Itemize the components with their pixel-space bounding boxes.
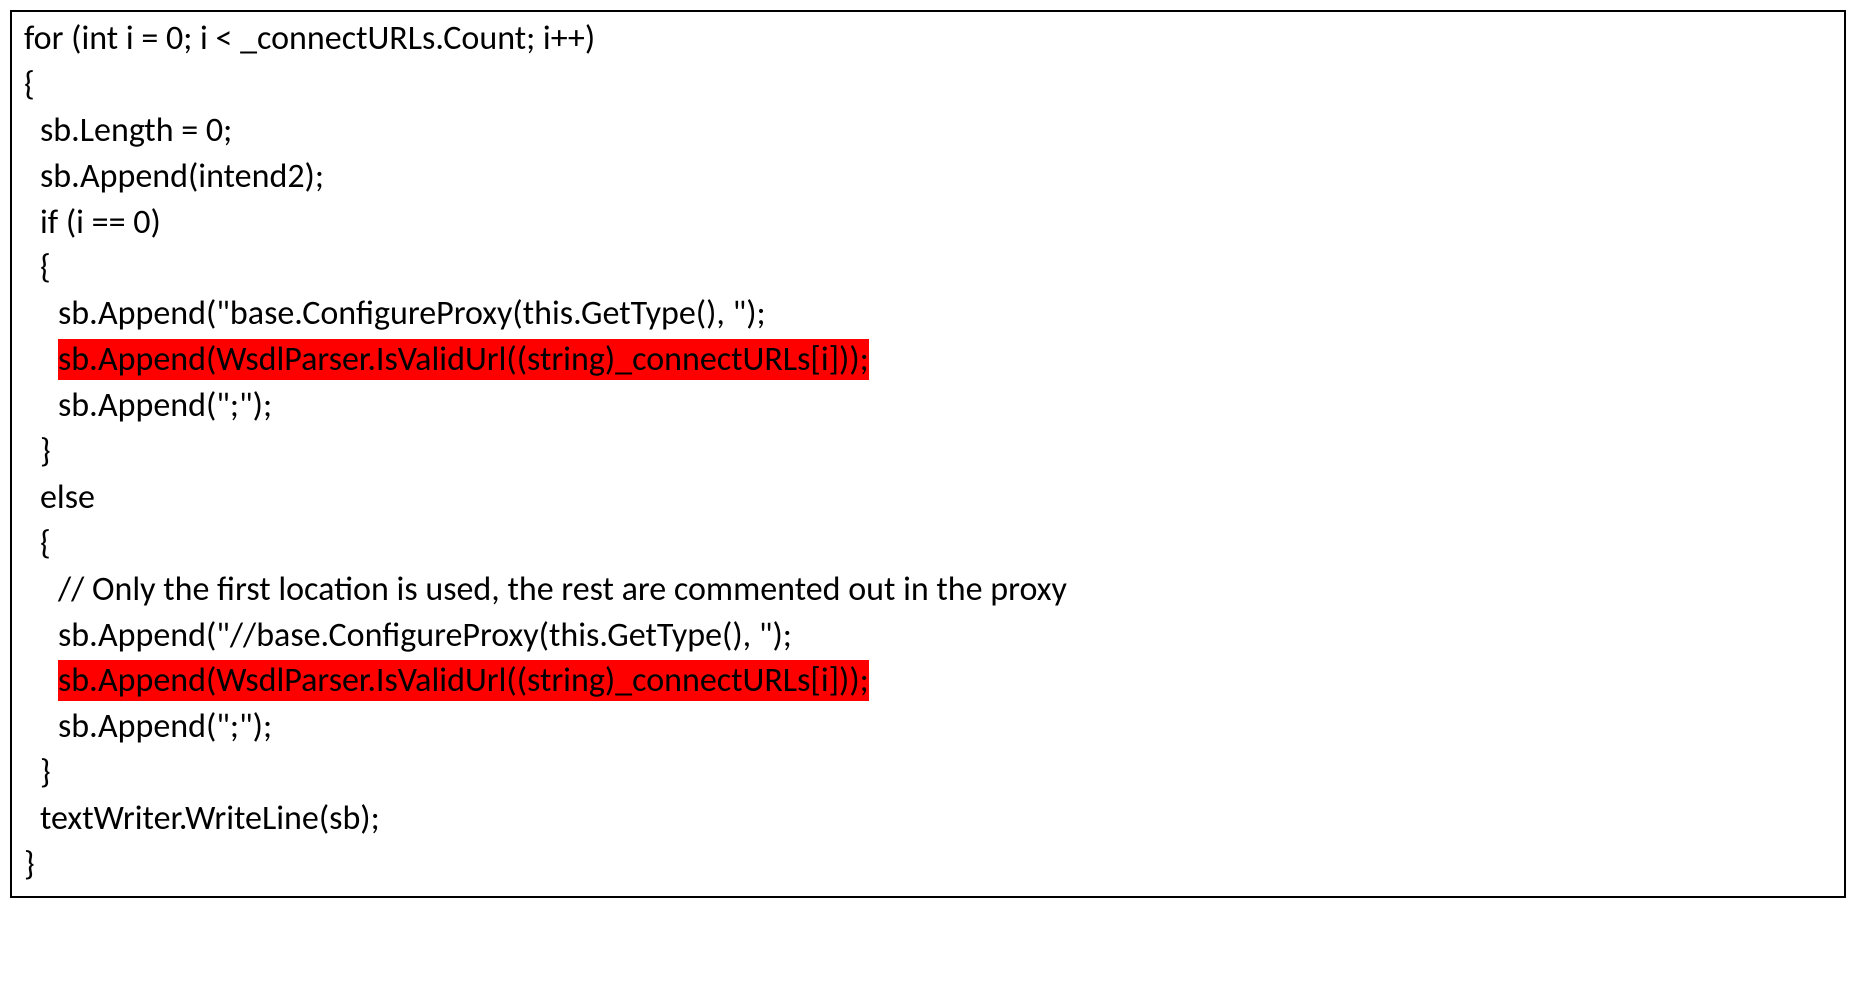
code-line: sb.Append(";"); <box>58 704 1832 750</box>
code-line: { <box>40 245 1832 291</box>
code-line: sb.Append(";"); <box>58 383 1832 429</box>
code-line: // Only the first location is used, the … <box>58 567 1832 613</box>
code-line: else <box>40 475 1832 521</box>
code-snippet: for (int i = 0; i < _connectURLs.Count; … <box>10 10 1846 898</box>
highlighted-code-line: sb.Append(WsdlParser.IsValidUrl((string)… <box>58 337 1832 383</box>
code-line: for (int i = 0; i < _connectURLs.Count; … <box>24 16 1832 62</box>
code-line: sb.Length = 0; <box>40 108 1832 154</box>
highlighted-code-line: sb.Append(WsdlParser.IsValidUrl((string)… <box>58 658 1832 704</box>
highlight: sb.Append(WsdlParser.IsValidUrl((string)… <box>58 660 869 701</box>
code-line: sb.Append("base.ConfigureProxy(this.GetT… <box>58 291 1832 337</box>
code-line: } <box>40 750 1832 796</box>
code-line: } <box>40 429 1832 475</box>
code-line: } <box>24 842 1832 888</box>
code-line: sb.Append(intend2); <box>40 154 1832 200</box>
highlight: sb.Append(WsdlParser.IsValidUrl((string)… <box>58 339 869 380</box>
code-line: { <box>24 62 1832 108</box>
code-line: if (i == 0) <box>40 200 1832 246</box>
code-line: sb.Append("//base.ConfigureProxy(this.Ge… <box>58 613 1832 659</box>
code-line: textWriter.WriteLine(sb); <box>40 796 1832 842</box>
code-line: { <box>40 521 1832 567</box>
